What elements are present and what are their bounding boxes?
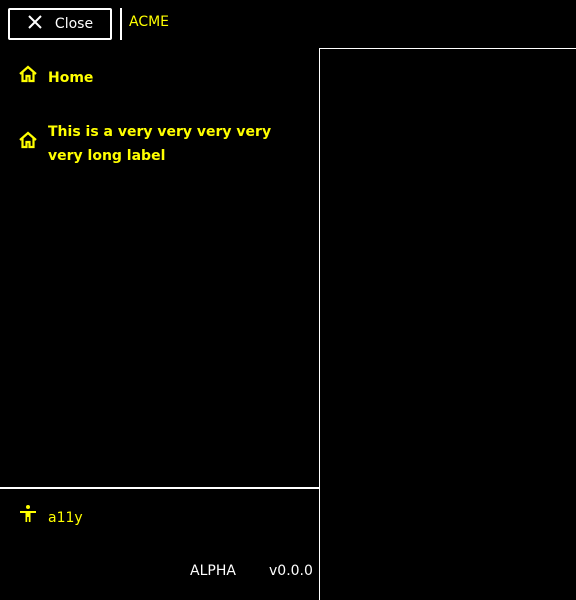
sidebar-item-label: Home xyxy=(48,70,94,86)
sidebar-divider xyxy=(0,487,319,489)
main-content-panel xyxy=(319,48,576,600)
accessibility-icon xyxy=(18,504,48,532)
sidebar-item-label: This is a very very very very very long … xyxy=(48,124,272,164)
header-divider xyxy=(120,8,122,40)
sidebar-item-a11y[interactable]: a11y xyxy=(18,504,83,532)
close-label: Close xyxy=(54,16,94,32)
release-stage: ALPHA xyxy=(190,563,236,579)
sidebar-item-label: a11y xyxy=(48,510,83,526)
sidebar-item-long-label[interactable]: This is a very very very very very long … xyxy=(18,120,288,168)
home-icon xyxy=(18,64,48,92)
brand-name: ACME xyxy=(129,14,170,30)
sidebar-item-home[interactable]: Home xyxy=(18,64,93,92)
home-icon xyxy=(18,130,48,158)
version-label: v0.0.0 xyxy=(269,563,313,579)
close-button[interactable]: Close xyxy=(8,8,112,40)
close-icon xyxy=(27,14,43,34)
